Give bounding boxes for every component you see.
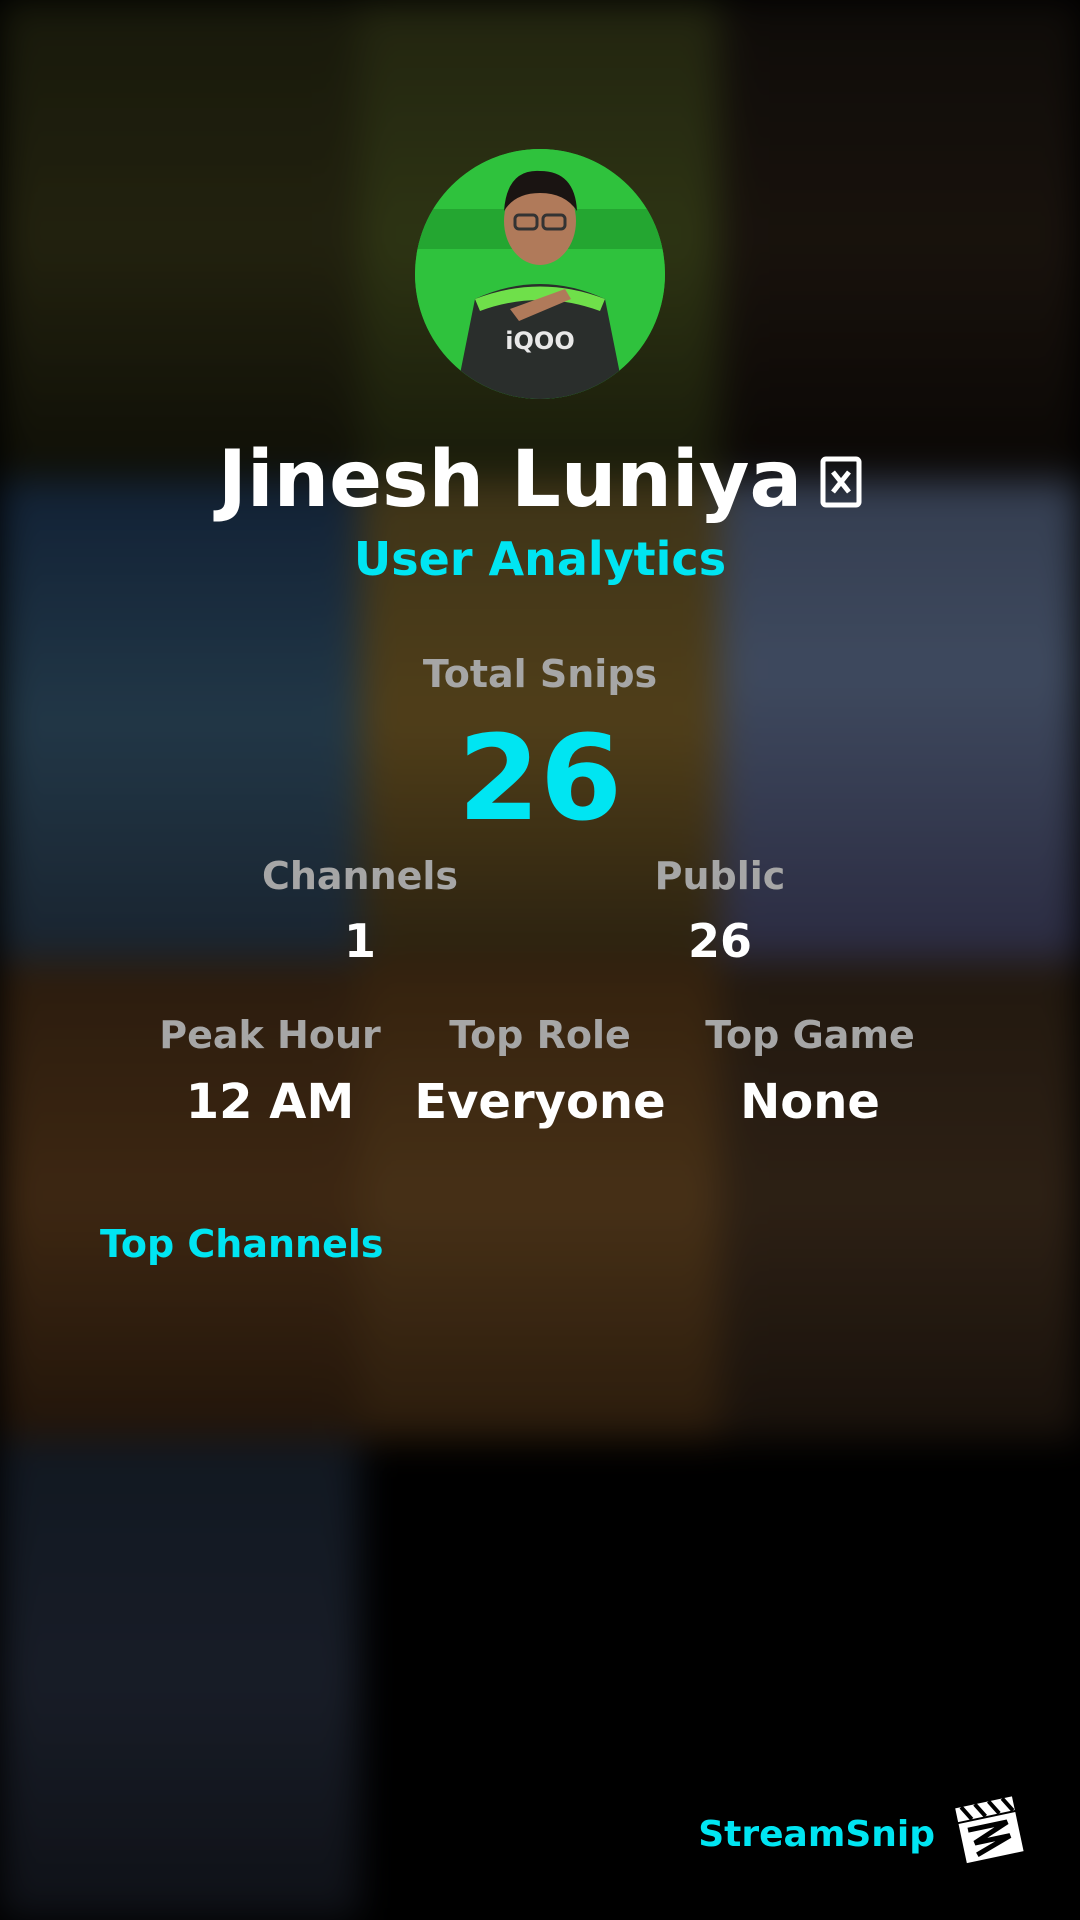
peak-hour-value: 12 AM bbox=[185, 1074, 355, 1130]
avatar-portrait: iQOO bbox=[415, 149, 665, 399]
channels-value: 1 bbox=[343, 914, 376, 968]
page-subtitle: User Analytics bbox=[353, 532, 727, 586]
verified-badge-icon bbox=[820, 442, 862, 508]
brand-name: StreamSnip bbox=[698, 1814, 935, 1855]
avatar: iQOO bbox=[415, 149, 665, 399]
top-role-label: Top Role bbox=[449, 1013, 631, 1057]
analytics-card: iQOO Jinesh Luniya User Analytics Total … bbox=[0, 0, 1080, 1920]
top-channels-heading: Top Channels bbox=[100, 1222, 384, 1266]
total-snips-label: Total Snips bbox=[422, 652, 658, 696]
public-value: 26 bbox=[687, 914, 752, 968]
top-game-label: Top Game bbox=[705, 1013, 915, 1057]
public-label: Public bbox=[654, 854, 786, 898]
profile-name-row: Jinesh Luniya bbox=[0, 440, 1080, 520]
top-role-value: Everyone bbox=[414, 1074, 666, 1130]
avatar-shirt-text: iQOO bbox=[505, 327, 574, 355]
total-snips-value: 26 bbox=[457, 709, 623, 847]
channels-label: Channels bbox=[261, 854, 459, 898]
peak-hour-label: Peak Hour bbox=[159, 1013, 381, 1057]
profile-name: Jinesh Luniya bbox=[217, 435, 803, 525]
top-game-value: None bbox=[740, 1074, 880, 1130]
clapperboard-icon bbox=[950, 1790, 1026, 1866]
